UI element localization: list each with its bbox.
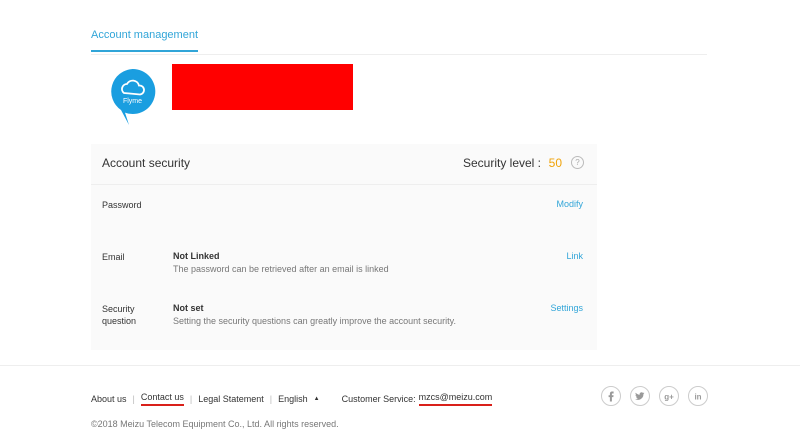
account-security-panel: Account security Security level : 50 ? P… — [91, 144, 597, 350]
tab-account-management[interactable]: Account management — [91, 29, 199, 52]
separator: | — [269, 394, 273, 404]
modify-password-link[interactable]: Modify — [556, 199, 583, 209]
security-title: Account security — [102, 156, 191, 170]
separator: | — [189, 394, 193, 404]
twitter-icon[interactable] — [630, 386, 650, 406]
security-row-email: Email Not Linked The password can be ret… — [91, 251, 597, 281]
linkedin-icon[interactable]: in — [688, 386, 708, 406]
link-email-link[interactable]: Link — [566, 251, 583, 261]
question-description: Setting the security questions can great… — [173, 316, 456, 326]
language-selector[interactable]: English — [278, 394, 308, 404]
security-level-value: 50 — [548, 156, 562, 170]
avatar-brand-label: Flyme — [123, 98, 142, 105]
security-row-question: Security question Not set Setting the se… — [91, 303, 597, 333]
separator: | — [132, 394, 135, 404]
google-plus-icon[interactable]: g+ — [659, 386, 679, 406]
row-label: Password — [102, 200, 142, 210]
avatar: Flyme — [109, 68, 156, 126]
legal-statement-link[interactable]: Legal Statement — [198, 394, 264, 404]
about-us-link[interactable]: About us — [91, 394, 127, 404]
contact-us-link[interactable]: Contact us — [140, 392, 184, 406]
security-header: Account security Security level : 50 ? — [91, 144, 597, 185]
question-icon[interactable]: ? — [571, 156, 584, 169]
email-description: The password can be retrieved after an e… — [173, 264, 389, 274]
copyright-text: ©2018 Meizu Telecom Equipment Co., Ltd. … — [91, 419, 339, 429]
facebook-icon[interactable] — [601, 386, 621, 406]
caret-up-icon[interactable]: ▲ — [314, 396, 320, 402]
customer-service-label: Customer Service: — [341, 394, 416, 404]
security-question-settings-link[interactable]: Settings — [550, 303, 583, 313]
row-label: Email — [102, 252, 125, 262]
flyme-logo-icon: Flyme — [111, 68, 156, 125]
question-status: Not set — [173, 303, 204, 313]
tab-bar: Account management — [91, 0, 707, 55]
redacted-username — [172, 64, 353, 110]
svg-text:in: in — [694, 393, 701, 402]
security-row-password: Password Modify — [91, 199, 597, 229]
email-status: Not Linked — [173, 251, 220, 261]
customer-service-email-link[interactable]: mzcs@meizu.com — [418, 392, 493, 406]
svg-text:g+: g+ — [664, 393, 674, 402]
footer-links: About us | Contact us | Legal Statement … — [91, 392, 493, 406]
security-level-label: Security level : — [462, 156, 541, 170]
row-label: Security question — [102, 304, 137, 326]
